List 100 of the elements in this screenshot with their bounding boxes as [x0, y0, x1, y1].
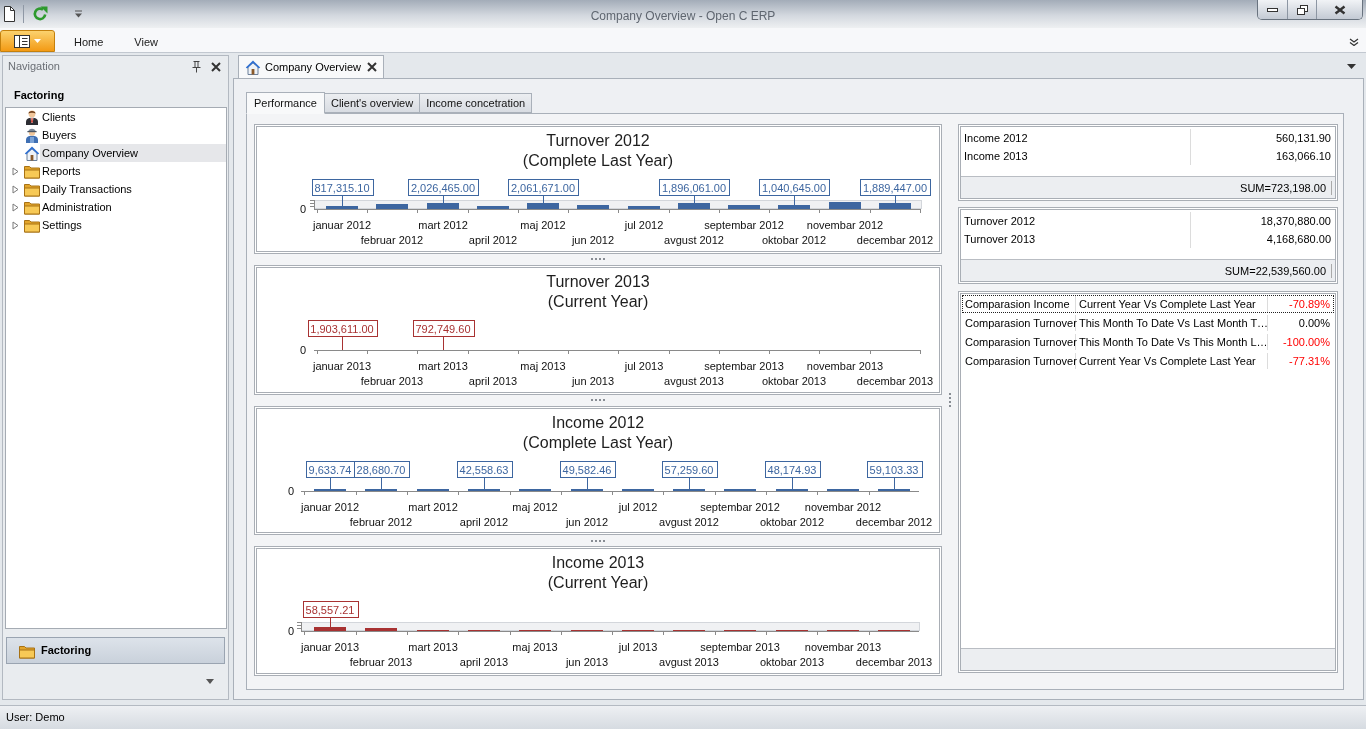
chart-title: Income 2013 — [551, 553, 645, 574]
caret-icon — [34, 39, 41, 43]
expand-arrow-icon[interactable] — [11, 184, 19, 194]
axis-value-label: 0 — [299, 343, 306, 356]
expand-arrow-icon[interactable] — [11, 166, 19, 176]
tree-item[interactable]: Clients — [40, 108, 226, 126]
data-label: 1,903,611.00 — [308, 319, 378, 337]
month-label: januar 2012 — [312, 219, 372, 231]
month-label: jun 2013 — [571, 374, 615, 387]
table-row[interactable]: Comparasion Turnover This Month To Date Vs This Month L… -100.00% — [962, 333, 1334, 351]
month-label: februar 2012 — [349, 515, 413, 528]
tab[interactable]: Performance — [246, 92, 325, 114]
data-label: 9,633.74 — [306, 460, 356, 478]
table-cell: Turnover 2012 — [961, 212, 1191, 230]
table-cell-text: 163,066.10 — [1274, 148, 1332, 164]
pin-icon[interactable] — [192, 60, 201, 73]
new-document-icon[interactable] — [3, 6, 15, 22]
group-button[interactable]: Factoring — [6, 637, 225, 664]
tab-list-dropdown-icon[interactable] — [1347, 64, 1356, 69]
data-label: 58,557.21 — [303, 601, 359, 619]
data-label: 48,174.93 — [765, 460, 821, 478]
tree-item[interactable]: Administration — [40, 198, 226, 216]
month-label: oktobar 2013 — [761, 374, 827, 387]
table-cell: Comparasion Turnover — [963, 353, 1076, 369]
refresh-icon[interactable] — [32, 6, 48, 22]
customize-toolbar-icon[interactable] — [74, 10, 83, 18]
close-icon[interactable] — [367, 62, 377, 72]
data-label: 1,040,645.00 — [759, 179, 830, 196]
table-cell-text: 4,168,680.00 — [1265, 231, 1332, 247]
ribbon-tab[interactable]: Home — [61, 31, 117, 52]
month-label: jul 2013 — [618, 641, 658, 654]
month-label: mart 2012 — [418, 219, 468, 231]
y-axis — [309, 199, 315, 210]
tree-item[interactable]: Settings — [40, 216, 226, 234]
tree-item[interactable]: Reports — [40, 162, 226, 180]
leader-line — [587, 477, 588, 489]
table-row[interactable]: Comparasion Income Current Year Vs Complete Last Year -70.89% — [962, 295, 1334, 313]
y-axis — [296, 621, 302, 632]
month-label: jun 2012 — [565, 515, 609, 528]
leader-line — [894, 477, 895, 489]
leader-line — [484, 477, 485, 489]
restore-button[interactable] — [1287, 0, 1316, 19]
application-menu-button[interactable] — [0, 30, 55, 52]
month-label: decembar 2013 — [856, 374, 934, 387]
minimize-button[interactable] — [1258, 0, 1287, 19]
chart-title: Income 2012 — [551, 412, 645, 433]
table-row[interactable]: Comparasion Turnover Current Year Vs Complete Last Year -77.31% — [962, 352, 1334, 370]
table-row[interactable]: Comparasion Turnover This Month To Date Vs Last Month T… 0.00% — [962, 314, 1334, 332]
chart-subtitle: (Complete Last Year) — [522, 151, 674, 171]
splitter-grip-icon[interactable] — [591, 258, 605, 261]
window-icon — [14, 34, 30, 48]
month-label: septembar 2012 — [704, 219, 784, 231]
overflow-caret-icon[interactable] — [206, 679, 214, 684]
month-label: februar 2012 — [360, 234, 424, 246]
close-icon[interactable] — [211, 61, 221, 72]
ribbon-collapse-icon[interactable] — [1349, 38, 1359, 46]
expand-arrow-icon[interactable] — [11, 220, 19, 230]
table-cell: Comparasion Turnover — [963, 315, 1076, 331]
table-cell: This Month To Date Vs This Month L… — [1076, 334, 1268, 350]
table-cell: This Month To Date Vs Last Month T… — [1076, 315, 1268, 331]
month-label: oktobar 2012 — [761, 234, 827, 246]
splitter-grip-icon[interactable] — [591, 539, 605, 542]
folder-icon — [24, 163, 40, 179]
month-label: oktobar 2013 — [759, 656, 825, 669]
month-label: novembar 2013 — [806, 359, 884, 372]
table-cell-text: -100.00% — [1281, 334, 1331, 350]
month-label: avgust 2012 — [659, 515, 719, 528]
month-label: april 2013 — [468, 374, 518, 387]
month-label: januar 2012 — [300, 500, 360, 513]
expand-arrow-icon[interactable] — [11, 202, 19, 212]
folder-icon — [24, 181, 40, 197]
tab[interactable]: Income concetration — [420, 93, 533, 113]
tree-item[interactable]: Buyers — [40, 126, 226, 144]
data-label: 49,582.46 — [560, 460, 616, 478]
table-cell-text: -77.31% — [1288, 353, 1331, 369]
house-icon — [245, 59, 261, 75]
folder-icon — [24, 217, 40, 233]
month-label: mart 2013 — [408, 641, 458, 654]
month-label: januar 2013 — [312, 359, 372, 372]
leader-line — [794, 195, 795, 206]
folder-icon — [24, 199, 40, 215]
tab[interactable]: Client's overview — [325, 93, 421, 113]
month-label: decembar 2012 — [856, 234, 934, 246]
axis-value-label: 0 — [287, 484, 294, 497]
data-label: 792,749.60 — [413, 319, 475, 337]
leader-line — [694, 195, 695, 204]
data-label: 2,026,465.00 — [408, 179, 479, 196]
month-label: april 2012 — [459, 515, 509, 528]
month-label: oktobar 2012 — [759, 515, 825, 528]
restore-icon — [1296, 4, 1308, 15]
close-button[interactable] — [1316, 0, 1362, 19]
tree-item[interactable]: Daily Transactions — [40, 180, 226, 198]
month-label: mart 2013 — [418, 359, 468, 372]
month-label: februar 2013 — [349, 656, 413, 669]
data-label: 1,889,447.00 — [860, 179, 931, 196]
tree-item[interactable]: Company Overview — [40, 144, 226, 162]
ribbon-tab[interactable]: View — [121, 31, 171, 52]
data-label: 59,103.33 — [867, 460, 923, 478]
chart-subtitle: (Complete Last Year) — [522, 432, 674, 453]
document-tab[interactable]: Company Overview — [238, 55, 384, 78]
